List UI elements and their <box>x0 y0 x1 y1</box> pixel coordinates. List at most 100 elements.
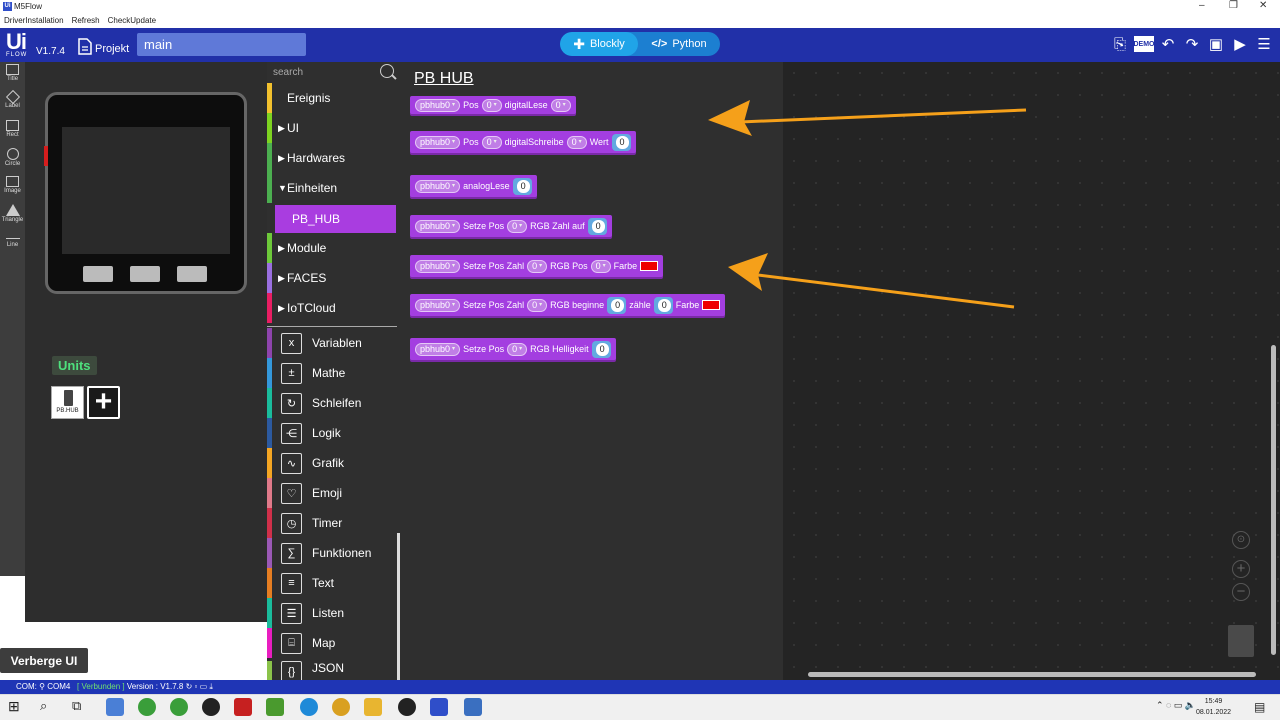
pos-dropdown[interactable]: 0 ▾ <box>481 98 502 112</box>
palette-search[interactable]: search <box>267 62 400 84</box>
color-picker[interactable] <box>640 261 659 271</box>
menu-refresh[interactable]: Refresh <box>72 14 100 28</box>
category-text[interactable]: ≡ Text <box>267 568 397 598</box>
category-schleifen[interactable]: ↻ Schleifen <box>267 388 397 418</box>
value-dropdown[interactable]: 0 ▾ <box>566 135 587 149</box>
number-input[interactable]: 0 <box>595 342 609 356</box>
pos-dropdown[interactable]: 0 ▾ <box>507 219 528 233</box>
category-listen[interactable]: ☰ Listen <box>267 598 397 628</box>
edge-icon[interactable] <box>300 698 318 716</box>
pos-dropdown[interactable]: 0 ▾ <box>507 342 528 356</box>
add-unit-button[interactable]: + <box>87 386 120 419</box>
device-dropdown[interactable]: pbhub0 ▾ <box>415 219 461 233</box>
subcategory-pb-hub[interactable]: PB_HUB <box>275 205 396 233</box>
shape-line[interactable]: Line <box>0 230 25 258</box>
python-mode-button[interactable]: </> Python <box>638 32 720 56</box>
chrome-icon-3[interactable] <box>332 698 350 716</box>
category-faces[interactable]: ▶ FACES <box>267 263 397 293</box>
category-mathe[interactable]: ± Mathe <box>267 358 397 388</box>
shape-image[interactable]: Image <box>0 174 25 202</box>
device-icon[interactable]: ▣ <box>1206 35 1226 53</box>
tray-icons[interactable]: ⌃ ◌ ▭ 🔈 <box>1156 700 1196 711</box>
pos-dropdown[interactable]: 0 ▾ <box>527 298 548 312</box>
category-grafik[interactable]: ∿ Grafik <box>267 448 397 478</box>
run-icon[interactable]: ▶ <box>1230 35 1250 53</box>
com-port[interactable]: COM4 <box>47 682 70 691</box>
category-iotcloud[interactable]: ▶ IoTCloud <box>267 293 397 323</box>
category-module[interactable]: ▶ Module <box>267 233 397 263</box>
block-set-rgb-color[interactable]: pbhub0 ▾ Setze Pos Zahl 0 ▾ RGB Pos 0 ▾ Far… <box>410 255 664 277</box>
block-analog-read[interactable]: pbhub0 ▾ analogLese 0 <box>410 175 537 197</box>
folder-icon[interactable]: ▭ <box>200 682 208 691</box>
taskbar-clock[interactable]: 15:49 08.01.2022 <box>1196 696 1231 718</box>
number-input[interactable]: 0 <box>615 135 629 149</box>
device-screen[interactable] <box>62 127 230 254</box>
app-icon-1[interactable] <box>106 698 124 716</box>
app-icon-3[interactable] <box>398 698 416 716</box>
download-icon[interactable]: ⤓ <box>209 682 213 691</box>
blockly-mode-button[interactable]: ✚ Blockly <box>560 32 638 56</box>
workspace-vscrollbar[interactable] <box>1271 345 1276 655</box>
projekt-button[interactable]: Projekt <box>78 38 129 55</box>
category-funktionen[interactable]: ∑ Funktionen <box>267 538 397 568</box>
minimize-icon[interactable]: – <box>1199 0 1205 11</box>
category-json[interactable]: {} JSON <box>267 658 397 680</box>
device-dropdown[interactable]: pbhub0 ▾ <box>415 135 461 149</box>
search-input[interactable]: search <box>273 67 303 78</box>
shape-triangle[interactable]: Triangle <box>0 202 25 230</box>
block-set-rgb-brightness[interactable]: pbhub0 ▾ Setze Pos 0 ▾ RGB Helligkeit 0 <box>410 338 616 360</box>
shape-circle[interactable]: Circle <box>0 146 25 174</box>
workspace-hscrollbar[interactable] <box>808 672 1256 677</box>
device-dropdown[interactable]: pbhub0 ▾ <box>415 259 461 273</box>
zoom-in-icon[interactable]: + <box>1232 560 1250 578</box>
chrome-icon-2[interactable] <box>170 698 188 716</box>
close-icon[interactable]: ✕ <box>1259 0 1267 11</box>
center-icon[interactable]: ⊙ <box>1232 531 1250 549</box>
category-timer[interactable]: ◷ Timer <box>267 508 397 538</box>
device-dropdown[interactable]: pbhub0 ▾ <box>415 298 461 312</box>
new-file-icon[interactable]: ⎘ <box>1110 35 1130 53</box>
pos-dropdown[interactable]: 0 ▾ <box>527 259 548 273</box>
notification-icon[interactable]: ▤ <box>1254 700 1265 714</box>
restore-icon[interactable]: ❐ <box>1229 0 1238 11</box>
zoom-out-icon[interactable]: − <box>1232 583 1250 601</box>
category-variablen[interactable]: x Variablen <box>267 328 397 358</box>
device-dropdown[interactable]: pbhub0 ▾ <box>415 179 461 193</box>
app-icon-p[interactable] <box>266 698 284 716</box>
category-einheiten[interactable]: ▼ Einheiten <box>267 173 397 203</box>
menu-checkupdate[interactable]: CheckUpdate <box>108 14 156 28</box>
device-dropdown[interactable]: pbhub0 ▾ <box>415 98 461 112</box>
app-icon-2[interactable] <box>202 698 220 716</box>
shape-rect[interactable]: Rect <box>0 118 25 146</box>
value-dropdown[interactable]: 0 ▾ <box>550 98 571 112</box>
rgb-pos-dropdown[interactable]: 0 ▾ <box>590 259 611 273</box>
app-icon-t[interactable] <box>234 698 252 716</box>
category-hardwares[interactable]: ▶ Hardwares <box>267 143 397 173</box>
shape-label[interactable]: Label <box>0 89 25 118</box>
chrome-icon[interactable] <box>138 698 156 716</box>
number-input[interactable]: 0 <box>611 298 625 312</box>
number-input[interactable]: 0 <box>516 179 530 193</box>
number-input[interactable]: 0 <box>591 219 605 233</box>
redo-icon[interactable]: ↷ <box>1182 35 1202 53</box>
save-app-icon[interactable] <box>464 698 482 716</box>
menu-icon[interactable]: ☰ <box>1254 35 1274 53</box>
pbhub-unit-tile[interactable]: PB.HUB <box>51 386 84 419</box>
number-input[interactable]: 0 <box>657 298 671 312</box>
explorer-icon[interactable] <box>364 698 382 716</box>
undo-icon[interactable]: ↶ <box>1158 35 1178 53</box>
hide-ui-button[interactable]: Verberge UI <box>0 648 88 673</box>
menu-driverinstallation[interactable]: DriverInstallation <box>4 14 64 28</box>
uiflow-taskbar-icon[interactable] <box>430 698 448 716</box>
search-taskbar-icon[interactable]: ⌕ <box>40 698 58 716</box>
category-ereignis[interactable]: Ereignis <box>267 83 397 113</box>
windows-start-icon[interactable]: ⊞ <box>8 698 26 716</box>
taskview-icon[interactable]: ⧉ <box>72 698 90 716</box>
device-dropdown[interactable]: pbhub0 ▾ <box>415 342 461 356</box>
trash-icon[interactable] <box>1228 625 1254 657</box>
shape-title[interactable]: Title <box>0 62 25 90</box>
demo-icon[interactable]: DEMO <box>1134 36 1155 52</box>
category-logik[interactable]: ⋲ Logik <box>267 418 397 448</box>
block-set-rgb-range[interactable]: pbhub0 ▾ Setze Pos Zahl 0 ▾ RGB beginne 0 … <box>410 294 726 316</box>
block-set-rgb-count[interactable]: pbhub0 ▾ Setze Pos 0 ▾ RGB Zahl auf 0 <box>410 215 612 237</box>
